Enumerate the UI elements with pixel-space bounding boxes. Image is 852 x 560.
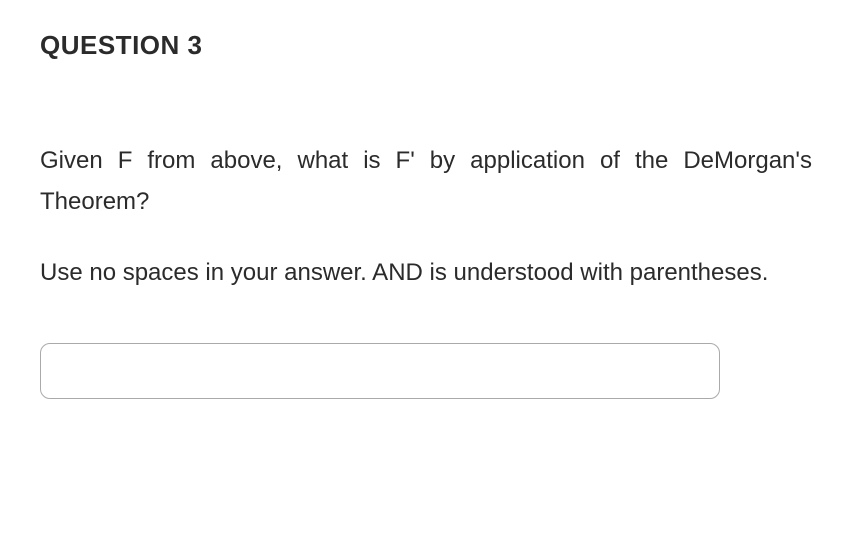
question-title: QUESTION 3 — [40, 30, 812, 61]
question-paragraph-2: Use no spaces in your answer. AND is und… — [40, 253, 812, 294]
answer-input[interactable] — [40, 343, 720, 399]
question-paragraph-1: Given F from above, what is F' by applic… — [40, 141, 812, 223]
